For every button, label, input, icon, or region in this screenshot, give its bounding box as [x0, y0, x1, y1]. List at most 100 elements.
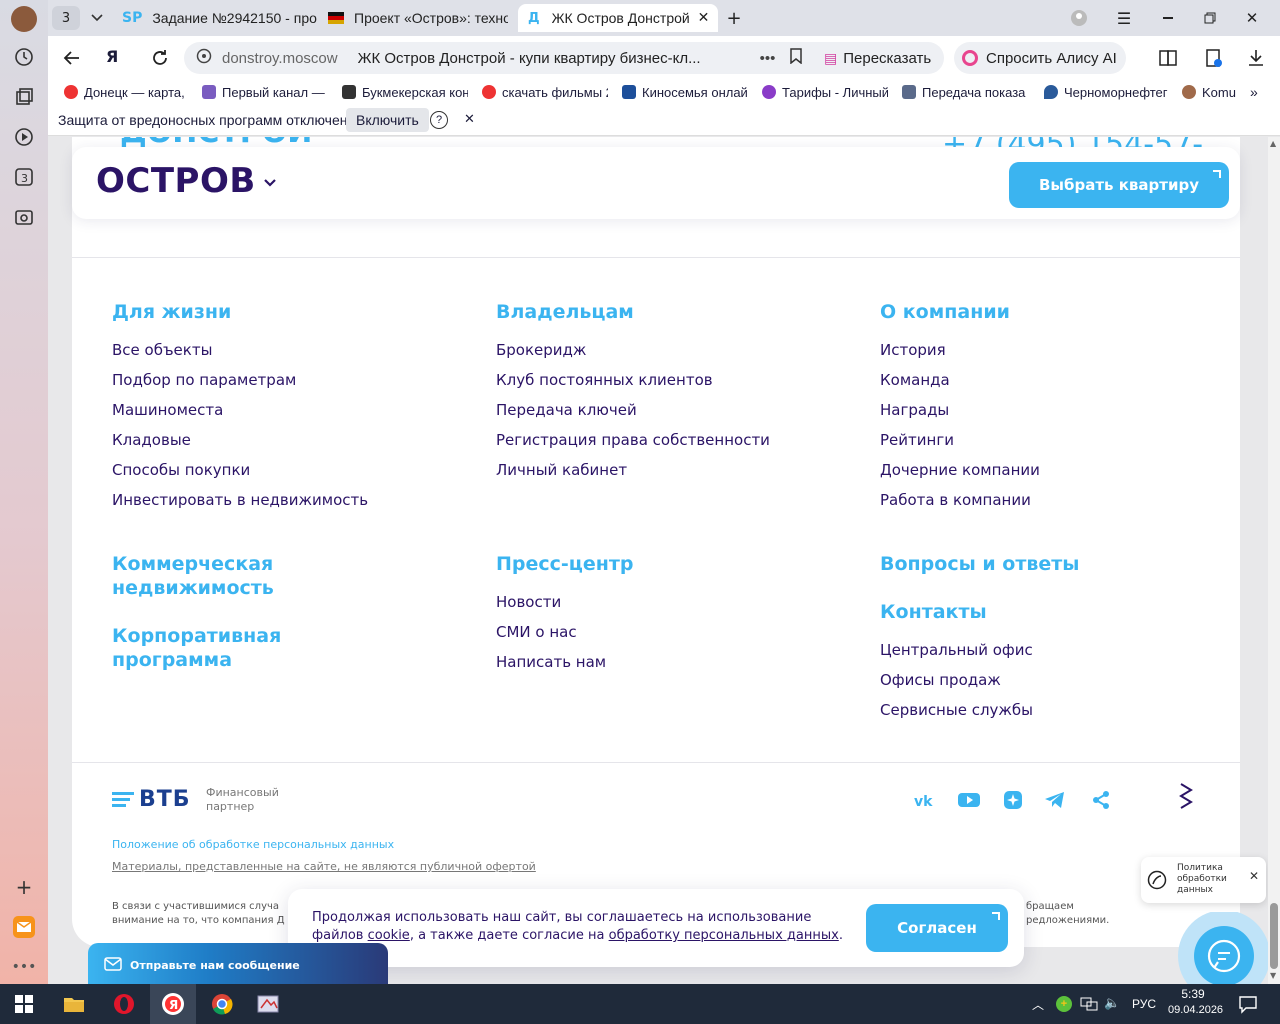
page-scrollbar[interactable]: ▲ ▼ — [1268, 137, 1280, 984]
tab-list-chevron-icon[interactable] — [84, 4, 110, 32]
policy-close-icon[interactable]: ✕ — [1249, 870, 1259, 882]
link-invest[interactable]: Инвестировать в недвижимость — [112, 491, 368, 509]
site-info-icon[interactable] — [196, 48, 212, 68]
link-sales-offices[interactable]: Офисы продаж — [880, 671, 1001, 689]
dzen-icon[interactable] — [1001, 789, 1025, 811]
close-window-icon[interactable]: ✕ — [1242, 4, 1262, 32]
link-purchase-methods[interactable]: Способы покупки — [112, 461, 250, 479]
yandex-browser-icon[interactable]: Я — [150, 984, 196, 1024]
link-ratings[interactable]: Рейтинги — [880, 431, 954, 449]
restore-icon[interactable] — [1200, 4, 1220, 32]
yandex-icon[interactable]: Я — [106, 47, 118, 66]
brand-chevron-down-icon[interactable] — [262, 175, 278, 191]
bookmark-8[interactable]: Черноморнефтег — [1044, 83, 1168, 101]
link-personal-account[interactable]: Личный кабинет — [496, 461, 627, 479]
telegram-icon[interactable] — [1043, 789, 1067, 811]
link-ownership-registration[interactable]: Регистрация права собственности — [496, 431, 770, 449]
project-brand[interactable]: ОСТРОВ — [96, 161, 256, 201]
youtube-icon[interactable] — [957, 789, 981, 811]
language-indicator[interactable]: РУС — [1132, 997, 1156, 1011]
link-parking[interactable]: Машиноместа — [112, 401, 223, 419]
bookmark-3[interactable]: Букмекерская кон — [342, 83, 468, 101]
video-icon[interactable] — [13, 126, 35, 148]
choose-apartment-button[interactable]: Выбрать квартиру — [1009, 162, 1229, 208]
cookie-accept-button[interactable]: Согласен — [866, 904, 1008, 952]
heading-corporate-1[interactable]: Корпоративная — [112, 624, 281, 648]
more-options-icon[interactable]: ••• — [760, 50, 776, 67]
send-message-widget[interactable]: Отправьте нам сообщение — [88, 943, 388, 984]
chrome-icon[interactable] — [202, 989, 242, 1019]
sidebar-panel-icon[interactable] — [1158, 48, 1178, 72]
scroll-down-icon[interactable]: ▼ — [1270, 971, 1276, 980]
profile-avatar-icon[interactable] — [11, 6, 37, 32]
tab-2[interactable]: Проект «Остров»: технол — [328, 4, 508, 32]
tab-close-icon[interactable]: ✕ — [698, 10, 710, 26]
bookmark-7[interactable]: Передача показа — [902, 83, 1030, 101]
minimize-icon[interactable] — [1158, 4, 1178, 32]
personal-data-link[interactable]: обработку персональных данных — [609, 928, 839, 943]
link-subsidiaries[interactable]: Дочерние компании — [880, 461, 1040, 479]
heading-owners[interactable]: Владельцам — [496, 300, 634, 324]
retell-button[interactable]: ▤ Пересказать — [814, 42, 944, 74]
account-icon[interactable] — [1068, 4, 1090, 32]
more-icon[interactable]: ••• — [12, 956, 37, 978]
link-storage[interactable]: Кладовые — [112, 431, 191, 449]
tab-1[interactable]: SP Задание №2942150 - про — [122, 4, 318, 32]
share-icon[interactable] — [1089, 789, 1113, 811]
heading-about[interactable]: О компании — [880, 300, 1010, 324]
heading-faq[interactable]: Вопросы и ответы — [880, 552, 1079, 576]
tray-chevron-icon[interactable]: ︿ — [1032, 996, 1044, 1013]
heading-for-life[interactable]: Для жизни — [112, 300, 231, 324]
notifications-icon[interactable] — [1238, 994, 1258, 1017]
offer-disclaimer-link[interactable]: Материалы, представленные на сайте, не я… — [112, 860, 536, 873]
heading-contacts[interactable]: Контакты — [880, 600, 987, 624]
history-icon[interactable] — [13, 46, 35, 68]
policy-popup[interactable]: Политика обработки данных ✕ — [1141, 857, 1266, 903]
bookmark-1[interactable]: Донецк — карта, — [64, 83, 186, 101]
link-awards[interactable]: Награды — [880, 401, 949, 419]
file-explorer-icon[interactable] — [54, 989, 94, 1019]
tab-counter[interactable]: 3 — [52, 6, 80, 30]
menu-icon[interactable]: ☰ — [1114, 4, 1134, 32]
opera-icon[interactable] — [104, 989, 144, 1019]
ask-alice-button[interactable]: Спросить Алису AI — [954, 42, 1126, 74]
vk-icon[interactable]: vk — [913, 789, 937, 811]
vtb-logo[interactable]: ВТБ — [112, 787, 191, 812]
bookmark-icon[interactable] — [789, 48, 803, 68]
screenshot-icon[interactable] — [13, 206, 35, 228]
enable-protection-button[interactable]: Включить — [346, 108, 429, 132]
collections-icon[interactable] — [13, 86, 35, 108]
link-key-handover[interactable]: Передача ключей — [496, 401, 637, 419]
link-write-us[interactable]: Написать нам — [496, 653, 606, 671]
more-bookmarks-icon[interactable]: » — [1250, 83, 1266, 101]
link-loyalty-club[interactable]: Клуб постоянных клиентов — [496, 371, 713, 389]
heading-press-center[interactable]: Пресс-центр — [496, 552, 634, 576]
heading-corporate-2[interactable]: программа — [112, 648, 232, 672]
screenshot-tool-icon[interactable] — [248, 989, 288, 1019]
privacy-policy-link[interactable]: Положение об обработке персональных данн… — [112, 838, 394, 851]
heading-commercial-2[interactable]: недвижимость — [112, 576, 274, 600]
protection-icon[interactable] — [1204, 48, 1224, 72]
link-service[interactable]: Сервисные службы — [880, 701, 1033, 719]
reload-icon[interactable] — [150, 48, 170, 72]
new-tab-icon[interactable]: + — [724, 4, 744, 32]
downloads-icon[interactable] — [1246, 48, 1266, 72]
back-icon[interactable] — [62, 48, 82, 72]
bookmark-5[interactable]: Киносемья онлай — [622, 83, 750, 101]
link-news[interactable]: Новости — [496, 593, 561, 611]
close-infobar-icon[interactable]: ✕ — [464, 111, 475, 127]
scrollbar-thumb[interactable] — [1270, 903, 1278, 969]
tray-app-icon[interactable]: + — [1056, 996, 1072, 1012]
bookmark-9[interactable]: Komu — [1182, 83, 1238, 101]
network-icon[interactable] — [1080, 996, 1098, 1015]
clock[interactable]: 5:39 09.04.2026 — [1168, 987, 1223, 1016]
add-panel-icon[interactable]: + — [13, 875, 35, 899]
bookmark-6[interactable]: Тарифы - Личный — [762, 83, 888, 101]
link-team[interactable]: Команда — [880, 371, 950, 389]
volume-icon[interactable]: 🔈 — [1104, 995, 1120, 1011]
tab-3-active[interactable]: Д ЖК Остров Донстрой ✕ — [518, 4, 718, 32]
counter-icon[interactable]: 3 — [13, 166, 35, 188]
windows-start-icon[interactable] — [4, 989, 44, 1019]
link-media[interactable]: СМИ о нас — [496, 623, 577, 641]
developer-logo-icon[interactable] — [1174, 783, 1198, 809]
